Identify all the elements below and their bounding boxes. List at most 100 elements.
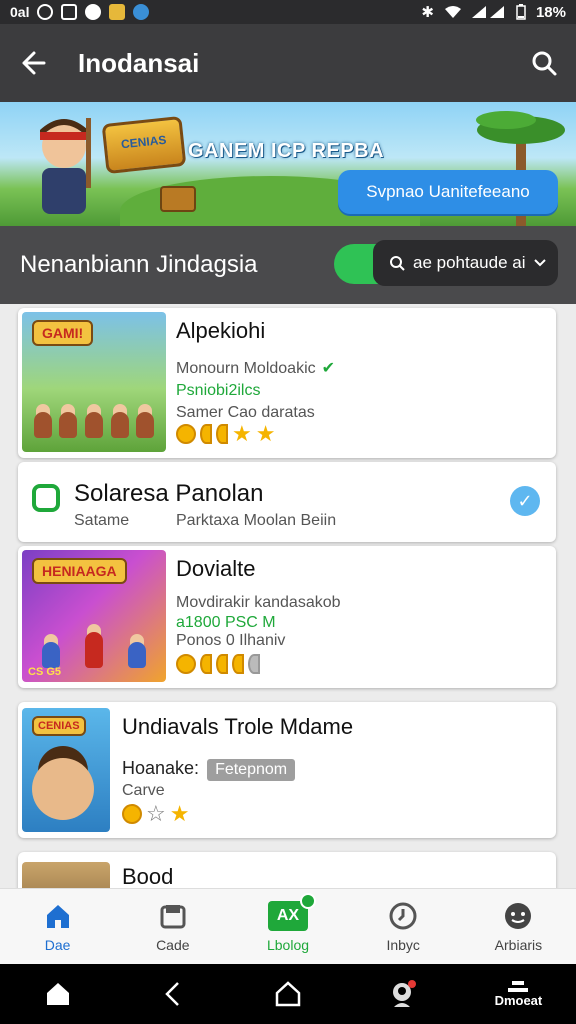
photo-status-icon bbox=[61, 4, 78, 20]
game-status-icon bbox=[109, 4, 126, 20]
thumbnail-badge: HENIAAGA bbox=[32, 558, 127, 584]
category-tag[interactable]: Fetepnom bbox=[207, 759, 296, 781]
search-icon bbox=[532, 51, 557, 76]
filter-dropdown[interactable]: ae pohtaude ai bbox=[373, 240, 558, 286]
status-bar: 0al ✱ 18% bbox=[0, 0, 576, 24]
face-icon bbox=[505, 902, 532, 929]
rating: ☆ ★ bbox=[122, 803, 189, 825]
nav-label: Arbiaris bbox=[494, 936, 543, 953]
clock-icon bbox=[389, 902, 417, 929]
card-icon bbox=[160, 904, 186, 928]
game-title: Alpekiohi bbox=[176, 318, 266, 343]
search-button[interactable] bbox=[512, 24, 576, 102]
game-thumbnail: CENIAS bbox=[22, 708, 110, 832]
nav-item-profile[interactable]: Arbiaris bbox=[461, 889, 576, 964]
coin-icon bbox=[122, 804, 142, 824]
nav-label: Cade bbox=[156, 936, 190, 953]
coin-half-icon bbox=[216, 654, 228, 674]
hero-character-illustration bbox=[40, 118, 91, 214]
game-logo-text: CENIAS bbox=[120, 132, 167, 152]
game-subtitle-text: Hoanake: bbox=[122, 758, 200, 778]
star-icon: ★ bbox=[232, 421, 252, 446]
chat-icon bbox=[32, 484, 60, 512]
nav-item-log[interactable]: AX Lbolog bbox=[230, 889, 345, 964]
item-detail: Parktaxa Moolan Beiin bbox=[176, 512, 337, 529]
game-tagline: a1800 PSC M bbox=[176, 614, 276, 631]
section-header: Nenanbiann Jindagsia ae pohtaude ai bbox=[0, 226, 576, 304]
nav-label: Dae bbox=[44, 936, 71, 953]
sys-menu-button[interactable]: Dmoeat bbox=[461, 980, 576, 1008]
ax-icon: AX bbox=[268, 892, 316, 931]
nav-item-history[interactable]: Inbyc bbox=[346, 889, 461, 964]
coin-icon bbox=[176, 424, 196, 444]
item-subtitle: Satame bbox=[74, 512, 130, 529]
sys-back-button[interactable] bbox=[115, 980, 230, 1008]
rating bbox=[176, 654, 260, 674]
rating: ★ ★ bbox=[176, 421, 276, 446]
chevron-left-icon bbox=[165, 982, 179, 1006]
list-item[interactable]: CENIAS Undiavals Trole Mdame Hoanake: Fet… bbox=[18, 702, 556, 838]
coin-half-icon bbox=[216, 424, 228, 444]
game-list: GAMI! Alpekiohi Monourn Moldoakic ✔ Psnio… bbox=[0, 304, 576, 888]
promo-banner[interactable]: CENIAS GANEM ICP REPBA Svpnao Uanitefeea… bbox=[0, 102, 576, 226]
thumbnail-corner-label: CS G5 bbox=[28, 666, 62, 678]
house-outline-icon bbox=[275, 981, 301, 1007]
game-subtitle: Monourn Moldoakic ✔ bbox=[176, 358, 335, 378]
thumbnail-badge: CENIAS bbox=[32, 716, 86, 736]
thumbnail-characters bbox=[30, 608, 158, 668]
game-logo: CENIAS bbox=[101, 115, 187, 175]
globe-status-icon bbox=[133, 4, 150, 20]
list-item[interactable]: Bood bbox=[18, 852, 556, 888]
bottom-nav: Dae Cade AX Lbolog Inbyc Arbiaris bbox=[0, 888, 576, 964]
check-circle-icon[interactable]: ✓ bbox=[510, 486, 540, 516]
game-meta: Samer Cao daratas bbox=[176, 404, 315, 421]
nav-item-home[interactable]: Dae bbox=[0, 889, 115, 964]
nav-item-cards[interactable]: Cade bbox=[115, 889, 230, 964]
back-button[interactable] bbox=[0, 24, 64, 102]
wifi-icon bbox=[444, 6, 461, 18]
menu-icon bbox=[508, 980, 529, 992]
game-subtitle: Hoanake: Fetepnom bbox=[122, 758, 296, 781]
game-tagline: Psniobi2ilcs bbox=[176, 382, 261, 399]
game-title: Bood bbox=[122, 864, 174, 888]
list-item[interactable]: Solaresa Panolan Satame Parktaxa Moolan … bbox=[18, 462, 556, 542]
battery-level: 18% bbox=[535, 3, 566, 21]
item-title: Solaresa Panolan bbox=[74, 480, 264, 507]
character-face bbox=[32, 758, 94, 820]
banner-cta-button[interactable]: Svpnao Uanitefeeano bbox=[338, 170, 558, 214]
chevron-down-icon bbox=[533, 259, 546, 267]
treasure-chest-illustration bbox=[160, 186, 196, 212]
list-item[interactable]: HENIAAGA CS G5 Dovialte Movdirakir kanda… bbox=[18, 546, 556, 688]
ax-icon-text: AX bbox=[276, 906, 300, 924]
coin-half-icon bbox=[200, 424, 212, 444]
list-item[interactable]: GAMI! Alpekiohi Monourn Moldoakic ✔ Psnio… bbox=[18, 308, 556, 458]
sys-home-button[interactable] bbox=[0, 980, 115, 1008]
home-icon bbox=[46, 983, 69, 1005]
star-icon: ★ bbox=[255, 421, 276, 446]
coin-half-icon bbox=[232, 654, 244, 674]
game-thumbnail: GAMI! bbox=[22, 312, 166, 452]
app-bar: Inodansai bbox=[0, 24, 576, 102]
coin-icon bbox=[176, 654, 196, 674]
battery-icon bbox=[516, 4, 526, 20]
home-icon bbox=[46, 904, 69, 928]
status-left-text: 0al bbox=[10, 4, 30, 20]
section-title: Nenanbiann Jindagsia bbox=[20, 251, 258, 278]
sys-overview-button[interactable] bbox=[230, 980, 345, 1008]
checkmark-icon: ✔ bbox=[321, 360, 336, 377]
game-title: Undiavals Trole Mdame bbox=[122, 714, 354, 739]
game-thumbnail: HENIAAGA CS G5 bbox=[22, 550, 166, 682]
sys-menu-label: Dmoeat bbox=[494, 992, 543, 1008]
arrow-back-icon bbox=[22, 51, 46, 75]
game-meta: Carve bbox=[122, 782, 165, 799]
game-thumbnail bbox=[22, 862, 110, 888]
thumbnail-badge: GAMI! bbox=[32, 320, 94, 346]
assistant-icon bbox=[393, 980, 417, 1007]
game-subtitle: Movdirakir kandasakob bbox=[176, 594, 341, 611]
sys-assistant-button[interactable] bbox=[346, 979, 461, 1009]
nav-label: Lbolog bbox=[266, 936, 310, 953]
game-title: Dovialte bbox=[176, 556, 256, 581]
page-title: Inodansai bbox=[78, 47, 200, 78]
system-nav: Dmoeat bbox=[0, 964, 576, 1024]
game-meta: Ponos 0 Ilhaniv bbox=[176, 632, 286, 649]
